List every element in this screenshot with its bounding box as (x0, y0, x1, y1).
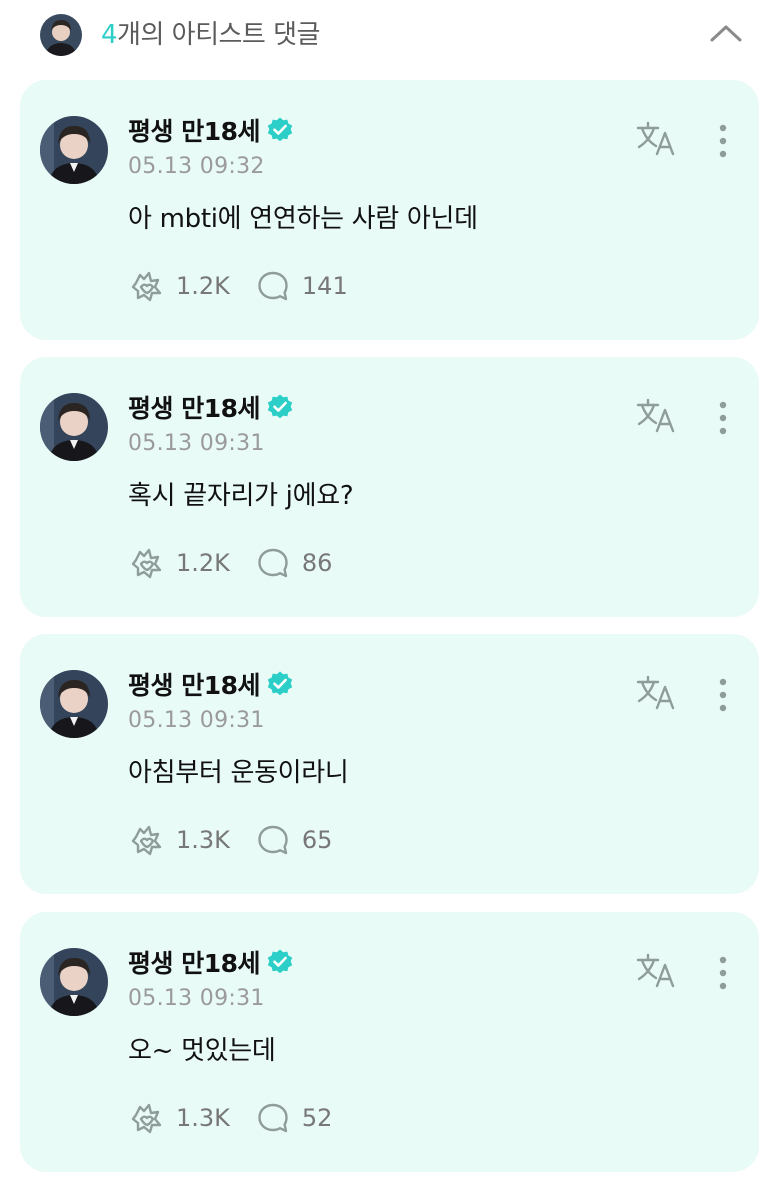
comment-card: 평생 만18세 05.13 09:32 아 mbti에 연연하는 사람 아닌데 (20, 80, 759, 340)
author-row: 평생 만18세 (128, 942, 294, 982)
chevron-up-icon[interactable] (708, 20, 744, 46)
author-row: 평생 만18세 (128, 110, 294, 150)
avatar[interactable] (40, 116, 108, 184)
comment-text: 아 mbti에 연연하는 사람 아닌데 (128, 204, 478, 234)
comment-text: 혹시 끝자리가 j에요? (128, 481, 354, 511)
avatar[interactable] (40, 948, 108, 1016)
author-row: 평생 만18세 (128, 664, 294, 704)
more-options-icon[interactable] (712, 122, 734, 160)
comment-text: 오~ 멋있는데 (128, 1036, 276, 1066)
comment-bubble-icon (258, 1103, 288, 1133)
like-button[interactable]: 1.2K (130, 269, 230, 303)
more-options-icon[interactable] (712, 676, 734, 714)
like-count: 1.3K (176, 1104, 230, 1132)
comment-bubble-icon (258, 548, 288, 578)
reply-button[interactable]: 86 (256, 546, 333, 580)
reply-button[interactable]: 52 (256, 1101, 333, 1135)
header-title-text: 개의 아티스트 댓글 (117, 20, 320, 50)
artist-comments-header: 4개의 아티스트 댓글 (0, 0, 779, 70)
translate-icon[interactable] (636, 397, 678, 437)
like-icon (131, 825, 162, 856)
verified-badge-icon (267, 671, 293, 696)
comment-text: 아침부터 운동이라니 (128, 758, 349, 788)
more-options-icon[interactable] (712, 399, 734, 437)
comment-actions: 1.3K 65 (130, 822, 332, 858)
like-count: 1.2K (176, 272, 230, 300)
reply-count: 86 (301, 549, 333, 577)
author-row: 평생 만18세 (128, 387, 294, 427)
like-icon (131, 1103, 162, 1134)
comment-actions: 1.2K 86 (130, 545, 332, 581)
comment-timestamp: 05.13 09:32 (128, 154, 265, 179)
reply-count: 65 (301, 826, 333, 854)
reply-count: 52 (301, 1104, 333, 1132)
artist-avatar (40, 14, 82, 56)
author-name[interactable]: 평생 만18세 (128, 389, 261, 425)
header-title: 4개의 아티스트 댓글 (101, 18, 320, 52)
like-button[interactable]: 1.3K (130, 1101, 230, 1135)
comment-card: 평생 만18세 05.13 09:31 오~ 멋있는데 1.3K 52 (20, 912, 759, 1172)
comment-timestamp: 05.13 09:31 (128, 986, 265, 1011)
artist-comment-count: 4 (101, 20, 118, 50)
comment-bubble-icon (258, 271, 288, 301)
comment-actions: 1.2K 141 (130, 268, 348, 304)
like-button[interactable]: 1.3K (130, 823, 230, 857)
reply-count: 141 (301, 272, 348, 300)
like-button[interactable]: 1.2K (130, 546, 230, 580)
author-name[interactable]: 평생 만18세 (128, 666, 261, 702)
translate-icon[interactable] (636, 952, 678, 992)
like-icon (131, 548, 162, 579)
comment-card: 평생 만18세 05.13 09:31 혹시 끝자리가 j에요? 1.2K 86 (20, 357, 759, 617)
author-name[interactable]: 평생 만18세 (128, 112, 261, 148)
verified-badge-icon (267, 394, 293, 419)
like-count: 1.3K (176, 826, 230, 854)
verified-badge-icon (267, 117, 293, 142)
comment-timestamp: 05.13 09:31 (128, 431, 265, 456)
reply-button[interactable]: 65 (256, 823, 333, 857)
author-name[interactable]: 평생 만18세 (128, 944, 261, 980)
translate-icon[interactable] (636, 120, 678, 160)
reply-button[interactable]: 141 (256, 269, 348, 303)
verified-badge-icon (267, 949, 293, 974)
comment-card: 평생 만18세 05.13 09:31 아침부터 운동이라니 1.3K 65 (20, 634, 759, 894)
comment-actions: 1.3K 52 (130, 1100, 332, 1136)
avatar[interactable] (40, 393, 108, 461)
translate-icon[interactable] (636, 674, 678, 714)
avatar[interactable] (40, 670, 108, 738)
comment-bubble-icon (258, 825, 288, 855)
like-icon (131, 271, 162, 302)
comment-timestamp: 05.13 09:31 (128, 708, 265, 733)
like-count: 1.2K (176, 549, 230, 577)
more-options-icon[interactable] (712, 954, 734, 992)
